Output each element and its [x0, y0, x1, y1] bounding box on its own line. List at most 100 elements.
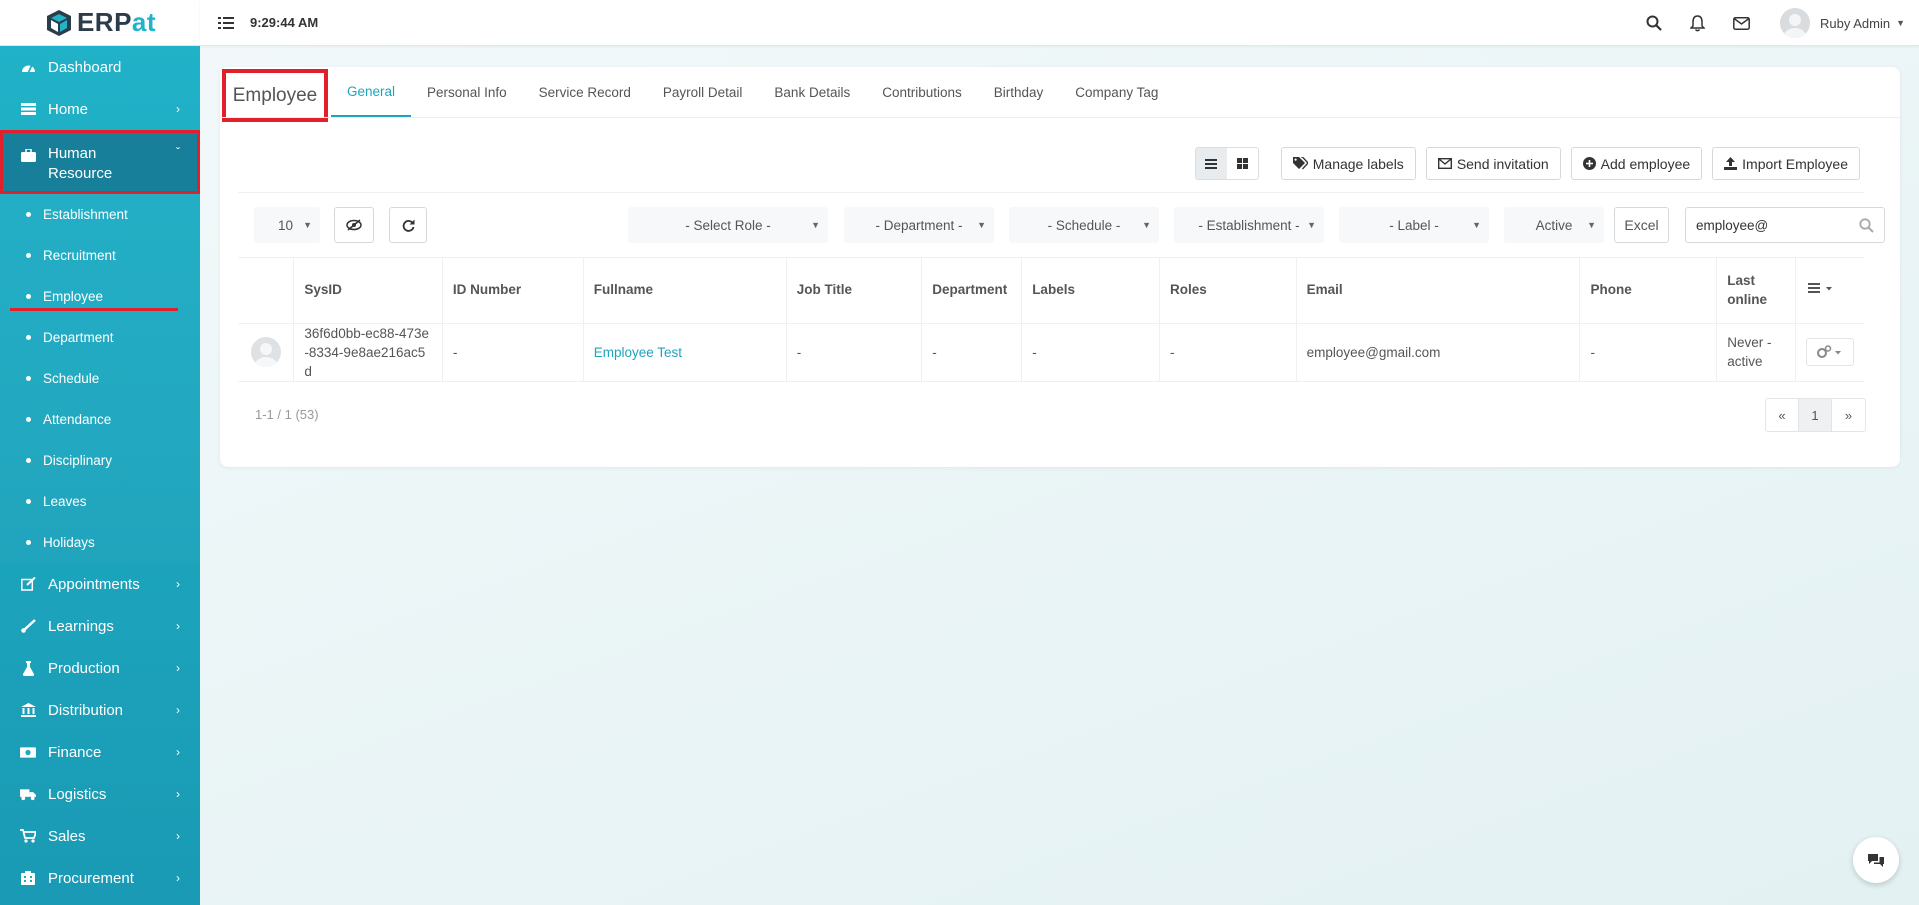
cell-department: -: [921, 323, 1023, 382]
tab-bar: General Personal Info Service Record Pay…: [331, 67, 1174, 117]
sidebar-item-finance[interactable]: Finance ›: [0, 731, 200, 773]
truck-icon: [20, 786, 36, 802]
sidebar-item-appointments[interactable]: Appointments ›: [0, 563, 200, 605]
column-header-job-title[interactable]: Job Title: [786, 257, 923, 324]
tab-personal-info[interactable]: Personal Info: [411, 67, 523, 117]
bell-icon[interactable]: [1689, 14, 1707, 32]
cell-job-title: -: [786, 323, 923, 382]
sidebar-item-sales[interactable]: Sales ›: [0, 815, 200, 857]
dropdown-arrow-icon: ▼: [303, 220, 312, 230]
tab-bank-details[interactable]: Bank Details: [758, 67, 866, 117]
column-header-phone[interactable]: Phone: [1579, 257, 1718, 324]
tab-birthday[interactable]: Birthday: [978, 67, 1060, 117]
column-header-options[interactable]: [1795, 257, 1864, 324]
chevron-right-icon: ›: [176, 661, 180, 675]
filter-bar: 10 ▼ - Select Role - ▼ - Department - ▼ - S…: [254, 207, 1885, 244]
refresh-button[interactable]: [389, 207, 427, 243]
list-view-button[interactable]: [1195, 148, 1227, 179]
column-header-email[interactable]: Email: [1296, 257, 1581, 324]
sidebar-item-label: Learnings: [48, 617, 114, 635]
establishment-select[interactable]: - Establishment - ▼: [1174, 207, 1324, 243]
sidebar-item-logistics[interactable]: Logistics ›: [0, 773, 200, 815]
eye-slash-icon: [346, 219, 362, 231]
column-header-sysid[interactable]: SysID: [293, 257, 443, 324]
sidebar-item-human-resource[interactable]: Human Resource ˇ: [0, 130, 200, 194]
sidebar-item-production[interactable]: Production ›: [0, 647, 200, 689]
cell-options: [1795, 323, 1864, 382]
tab-general[interactable]: General: [331, 67, 412, 117]
column-header-department[interactable]: Department: [921, 257, 1023, 324]
add-employee-button[interactable]: Add employee: [1570, 147, 1703, 180]
sidebar-item-label: Appointments: [48, 575, 140, 593]
sidebar-item-label: Dashboard: [48, 58, 122, 76]
employee-table: SysID ID Number Fullname Job Title Depar…: [238, 257, 1864, 382]
mail-icon[interactable]: [1733, 14, 1751, 32]
cell-fullname: Employee Test: [583, 323, 787, 382]
sidebar-subitem-attendance[interactable]: Attendance: [0, 399, 200, 440]
bullet-icon: [26, 540, 31, 545]
chevron-down-icon: ˇ: [176, 145, 180, 159]
send-invitation-button[interactable]: Send invitation: [1425, 147, 1561, 180]
bullet-icon: [26, 253, 31, 258]
cell-email: employee@gmail.com: [1296, 323, 1581, 382]
row-options-button[interactable]: [1805, 338, 1854, 366]
row-avatar-cell: [238, 323, 295, 382]
dropdown-arrow-icon: ▼: [1142, 220, 1151, 230]
tags-icon: [1292, 157, 1308, 170]
label-select[interactable]: - Label - ▼: [1339, 207, 1489, 243]
employee-name-link[interactable]: Employee Test: [594, 345, 682, 360]
tab-payroll-detail[interactable]: Payroll Detail: [647, 67, 759, 117]
dropdown-arrow-icon: ▼: [1307, 220, 1316, 230]
toggle-columns-button[interactable]: [334, 207, 374, 243]
column-header-labels[interactable]: Labels: [1021, 257, 1160, 324]
sidebar-subitem-disciplinary[interactable]: Disciplinary: [0, 440, 200, 481]
column-header-roles[interactable]: Roles: [1159, 257, 1297, 324]
search-icon[interactable]: [1859, 218, 1874, 236]
refresh-icon: [402, 219, 414, 232]
pagination-next[interactable]: »: [1832, 399, 1865, 431]
sidebar-item-dashboard[interactable]: Dashboard: [0, 46, 200, 88]
dropdown-arrow-icon: ▼: [1587, 220, 1596, 230]
dashboard-icon: [20, 59, 36, 75]
sidebar-subitem-recruitment[interactable]: Recruitment: [0, 235, 200, 276]
search-icon[interactable]: [1645, 14, 1663, 32]
sidebar-subitem-employee[interactable]: Employee: [0, 276, 200, 317]
sidebar-item-home[interactable]: Home ›: [0, 88, 200, 130]
column-header-last-online[interactable]: Last online: [1716, 257, 1796, 324]
sidebar-toggle-icon[interactable]: [218, 16, 234, 30]
role-select[interactable]: - Select Role - ▼: [628, 207, 828, 243]
page-size-select[interactable]: 10 ▼: [254, 207, 320, 243]
column-menu-icon: [1807, 283, 1832, 294]
user-name[interactable]: Ruby Admin: [1820, 16, 1890, 31]
user-avatar[interactable]: [1779, 8, 1810, 38]
department-select[interactable]: - Department - ▼: [844, 207, 994, 243]
sidebar-subitem-schedule[interactable]: Schedule: [0, 358, 200, 399]
column-header-fullname[interactable]: Fullname: [583, 257, 787, 324]
search-input[interactable]: [1696, 217, 1846, 233]
sidebar-item-distribution[interactable]: Distribution ›: [0, 689, 200, 731]
sidebar-subitem-establishment[interactable]: Establishment: [0, 194, 200, 235]
chat-button[interactable]: [1853, 837, 1899, 883]
pagination-prev[interactable]: «: [1766, 399, 1799, 431]
sidebar-subitem-holidays[interactable]: Holidays: [0, 522, 200, 563]
tab-service-record[interactable]: Service Record: [523, 67, 647, 117]
column-header-id-number[interactable]: ID Number: [442, 257, 584, 324]
app-logo[interactable]: ERPat: [0, 0, 200, 46]
toolbar: Manage labels Send invitation Add employ…: [1194, 147, 1860, 180]
import-employee-button[interactable]: Import Employee: [1712, 147, 1860, 180]
sidebar-subitem-leaves[interactable]: Leaves: [0, 481, 200, 522]
schedule-select[interactable]: - Schedule - ▼: [1009, 207, 1159, 243]
manage-labels-button[interactable]: Manage labels: [1280, 147, 1416, 180]
pagination-page-current[interactable]: 1: [1799, 399, 1832, 431]
status-select[interactable]: Active ▼: [1504, 207, 1604, 243]
search-field: [1685, 207, 1885, 243]
tab-contributions[interactable]: Contributions: [866, 67, 978, 117]
sidebar-item-procurement[interactable]: Procurement ›: [0, 857, 200, 899]
grid-view-button[interactable]: [1227, 148, 1258, 179]
tab-company-tag[interactable]: Company Tag: [1059, 67, 1174, 117]
sidebar-item-learnings[interactable]: Learnings ›: [0, 605, 200, 647]
cell-labels: -: [1021, 323, 1160, 382]
excel-export-button[interactable]: Excel: [1614, 207, 1669, 243]
caret-down-icon[interactable]: ▼: [1896, 18, 1905, 28]
sidebar-subitem-department[interactable]: Department: [0, 317, 200, 358]
